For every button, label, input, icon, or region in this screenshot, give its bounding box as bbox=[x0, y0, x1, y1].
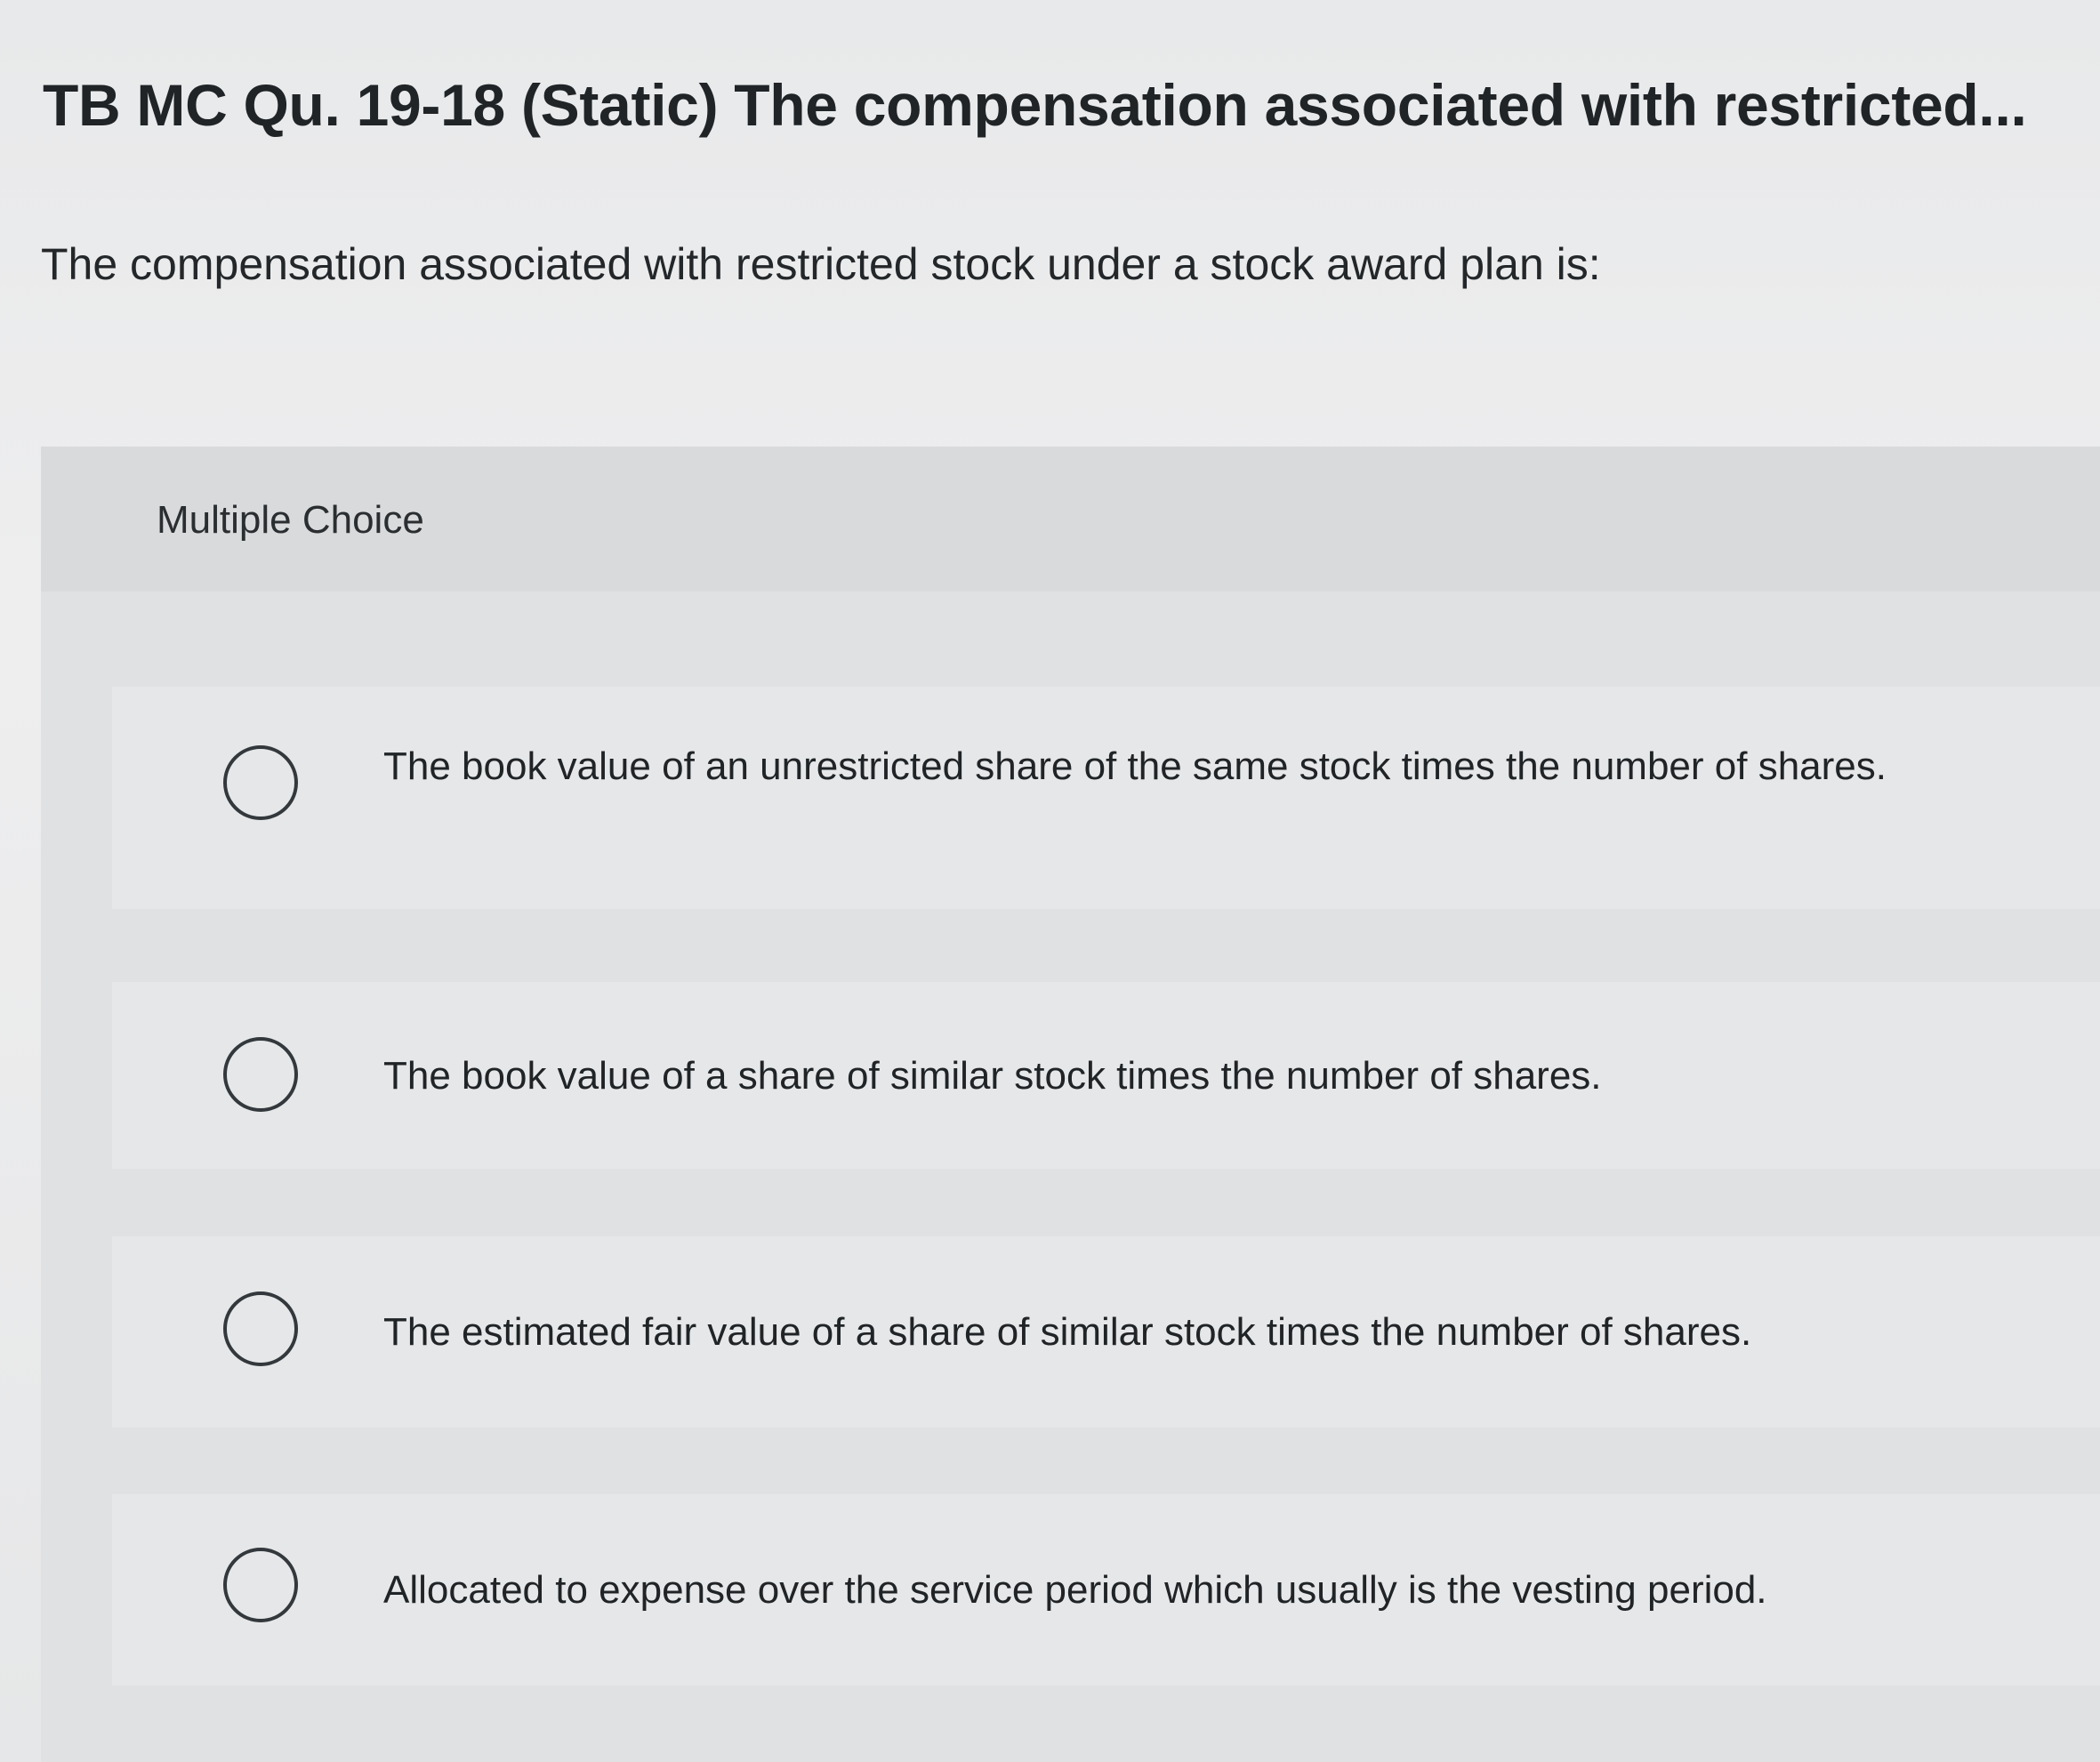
answer-option-text: The estimated fair value of a share of s… bbox=[383, 1310, 1752, 1354]
radio-button-icon[interactable] bbox=[223, 1548, 298, 1622]
multiple-choice-panel: Multiple Choice The book value of an unr… bbox=[41, 447, 2100, 1762]
multiple-choice-label: Multiple Choice bbox=[157, 498, 424, 542]
answer-option-1[interactable]: The book value of an unrestricted share … bbox=[112, 687, 2100, 909]
answer-option-text: The book value of a share of similar sto… bbox=[383, 1054, 1602, 1098]
radio-button-icon[interactable] bbox=[223, 1037, 298, 1112]
multiple-choice-header: Multiple Choice bbox=[41, 447, 2100, 591]
question-text: The compensation associated with restric… bbox=[41, 239, 1601, 289]
answer-option-4[interactable]: Allocated to expense over the service pe… bbox=[112, 1494, 2100, 1686]
answer-option-text: The book value of an unrestricted share … bbox=[383, 744, 1887, 788]
answer-option-3[interactable]: The estimated fair value of a share of s… bbox=[112, 1236, 2100, 1428]
answer-option-text: Allocated to expense over the service pe… bbox=[383, 1568, 1767, 1612]
answer-option-2[interactable]: The book value of a share of similar sto… bbox=[112, 982, 2100, 1169]
radio-button-icon[interactable] bbox=[223, 1291, 298, 1366]
page-title: TB MC Qu. 19-18 (Static) The compensatio… bbox=[43, 72, 2027, 138]
radio-button-icon[interactable] bbox=[223, 745, 298, 820]
page: TB MC Qu. 19-18 (Static) The compensatio… bbox=[0, 0, 2100, 1762]
